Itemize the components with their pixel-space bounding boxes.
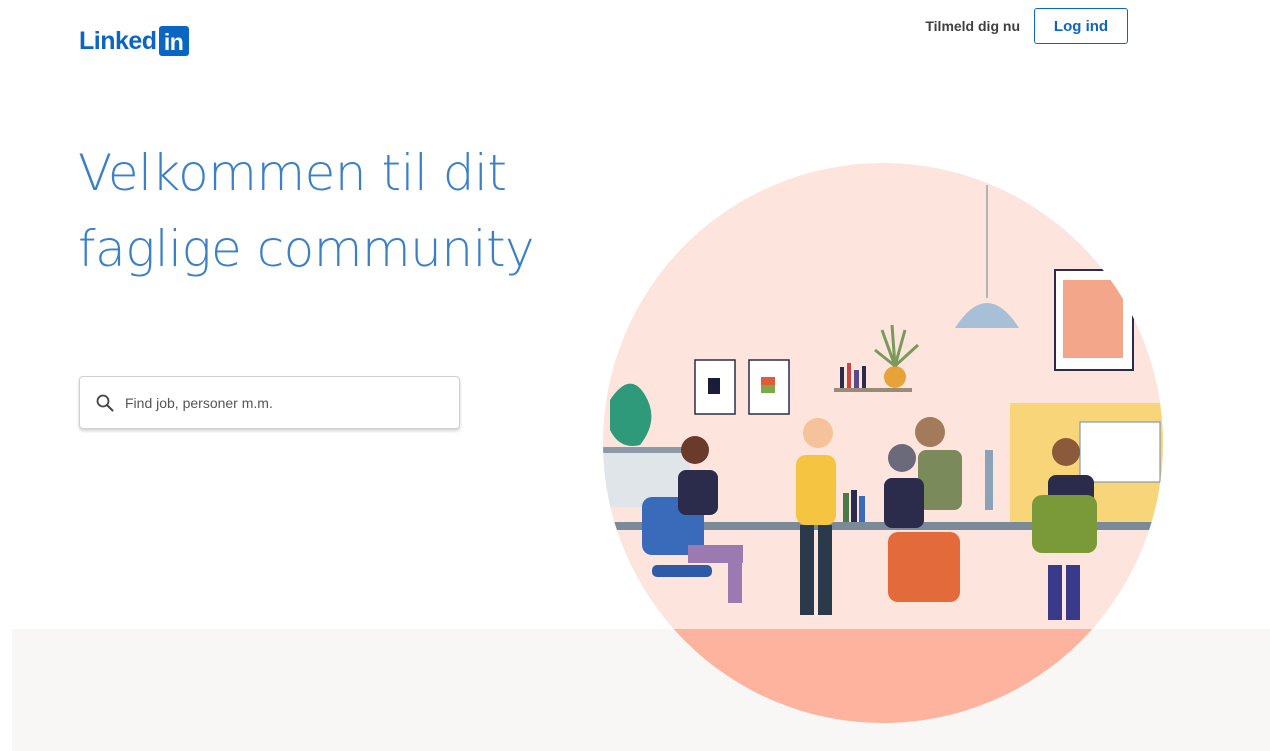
logo-in-box: in [158,26,189,56]
top-nav: Tilmeld dig nu Log ind [925,8,1128,44]
join-now-link[interactable]: Tilmeld dig nu [925,18,1020,34]
page-headline: Velkommen til dit faglige community [78,144,535,278]
linkedin-logo[interactable]: Linked in [79,24,189,58]
search-input[interactable] [123,393,447,412]
sign-in-button[interactable]: Log ind [1034,8,1128,44]
office-people-illustration [603,163,1163,723]
search-box[interactable] [79,376,460,429]
logo-wordmark: Linked [79,27,157,55]
search-icon [96,394,114,411]
